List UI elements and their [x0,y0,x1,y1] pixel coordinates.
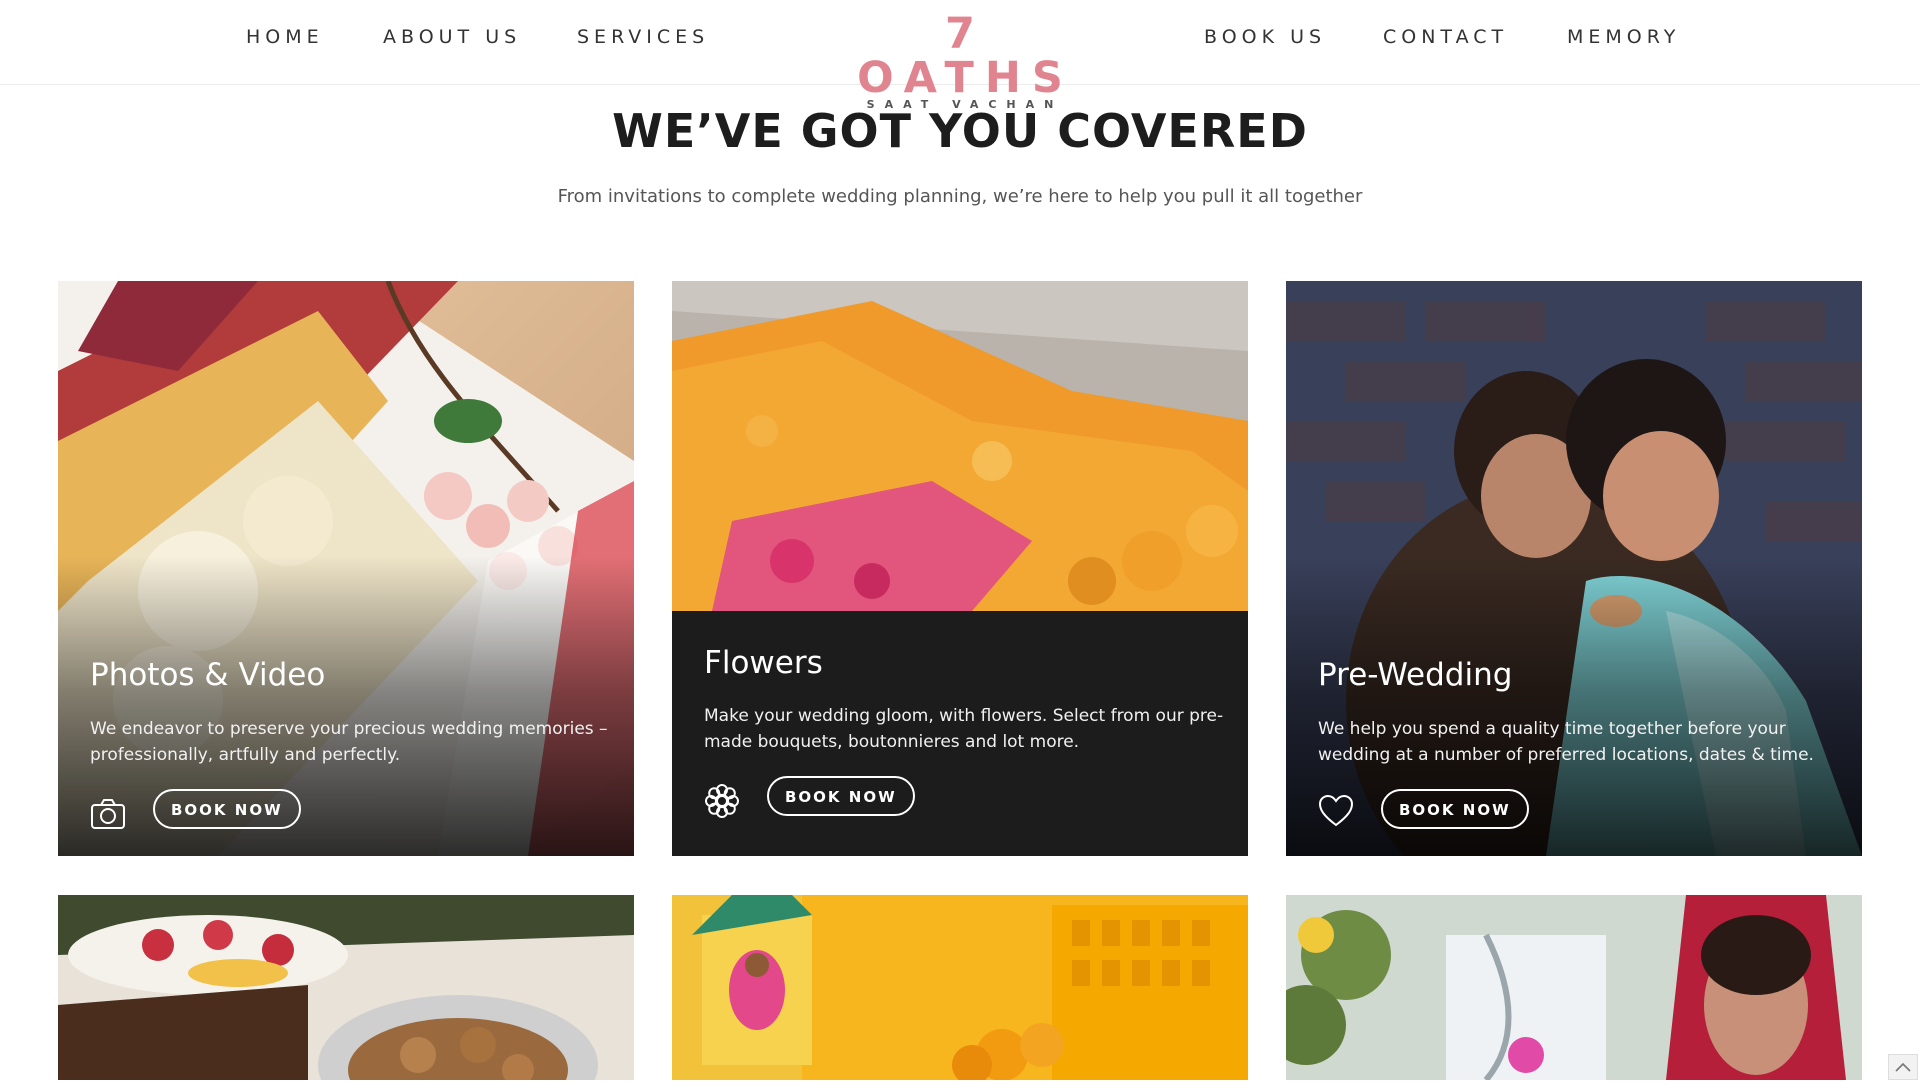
nav-services[interactable]: SERVICES [577,26,709,48]
nav-contact[interactable]: CONTACT [1383,26,1508,48]
card-gradient-overlay [58,556,634,856]
card-title: Pre-Wedding [1318,657,1513,693]
nav-home[interactable]: HOME [246,26,324,48]
card-description: Make your wedding gloom, with flowers. S… [704,706,1224,752]
logo-main-text: 7 OATHS [857,9,1074,103]
flowers-image [672,281,1248,611]
service-card-flowers: Flowers Make your wedding gloom, with fl… [672,281,1248,856]
service-card-bridal [1286,895,1862,1080]
scroll-to-top-button[interactable] [1888,1054,1918,1080]
invitations-image [672,895,1248,1080]
service-card-pre-wedding: Pre-Wedding We help you spend a quality … [1286,281,1862,856]
bridal-image [1286,895,1862,1080]
camera-icon [91,799,125,829]
flower-icon [705,784,739,818]
book-now-button-flowers[interactable]: BOOK NOW [767,776,915,816]
nav-book-us[interactable]: BOOK US [1204,26,1326,48]
service-card-invitations [672,895,1248,1080]
site-header: HOME ABOUT US SERVICES 7 OATHS SAAT VACH… [0,0,1920,111]
card-description: We help you spend a quality time togethe… [1318,719,1814,765]
service-card-catering [58,895,634,1080]
chevron-up-icon [1895,1062,1911,1072]
nav-memory[interactable]: MEMORY [1567,26,1680,48]
card-title: Flowers [704,645,823,681]
card-gradient-overlay [1286,556,1862,856]
card-title: Photos & Video [90,657,326,693]
book-now-button-pre-wedding[interactable]: BOOK NOW [1381,789,1529,829]
book-now-button-photos-video[interactable]: BOOK NOW [153,789,301,829]
site-logo[interactable]: 7 OATHS SAAT VACHAN [845,12,1075,111]
heart-icon [1318,794,1354,827]
page-headline: WE’VE GOT YOU COVERED [612,104,1308,158]
catering-image [58,895,634,1080]
nav-about-us[interactable]: ABOUT US [383,26,521,48]
card-description: We endeavor to preserve your precious we… [90,719,608,765]
service-card-photos-video: Photos & Video We endeavor to preserve y… [58,281,634,856]
page-subheadline: From invitations to complete wedding pla… [557,186,1363,207]
